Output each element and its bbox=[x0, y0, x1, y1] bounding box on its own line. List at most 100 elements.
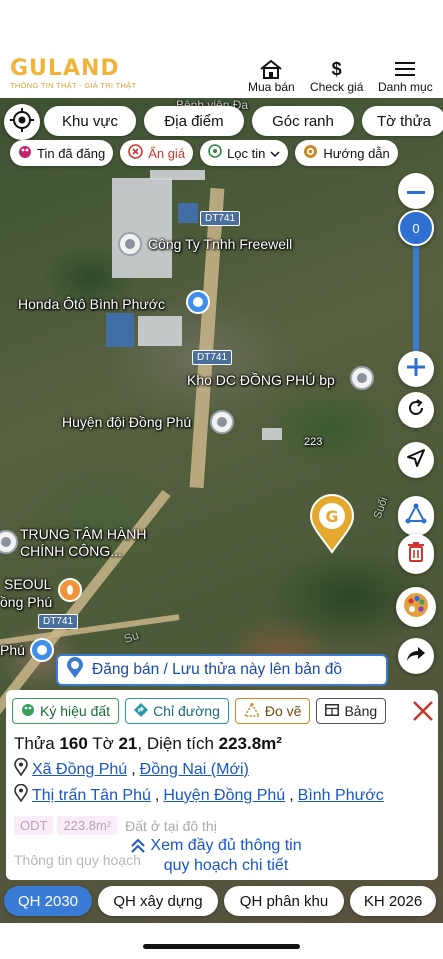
map-pin-icon bbox=[14, 783, 28, 807]
publish-parcel-label: Đăng bán / Lưu thửa này lên bản đồ bbox=[92, 661, 342, 678]
map-label-kho-dc: Kho DC ĐỒNG PHÚ bp bbox=[187, 372, 335, 388]
guide-chip[interactable]: Hướng dẫn bbox=[295, 140, 398, 166]
sheet-number: 21 bbox=[118, 734, 138, 753]
old-province-link[interactable]: Bình Phước bbox=[298, 787, 384, 805]
palette-icon bbox=[21, 703, 35, 720]
location-pill[interactable]: Địa điểm bbox=[144, 106, 244, 136]
parcel-marker[interactable]: G bbox=[309, 494, 355, 554]
map-style-button[interactable] bbox=[396, 587, 436, 627]
guland-logo[interactable]: GULAND THÔNG TIN THẬT - GIÁ TRỊ THẬT bbox=[10, 56, 136, 91]
buy-sell-button[interactable]: Mua bán bbox=[248, 58, 295, 94]
separator: , bbox=[154, 786, 160, 804]
see-more-button[interactable]: Xem đầy đủ thông tin quy hoạch chi tiết bbox=[126, 836, 326, 876]
factory-roof bbox=[112, 178, 172, 278]
zoom-slider-knob[interactable]: 0 bbox=[398, 210, 434, 246]
trash-icon bbox=[408, 541, 424, 567]
tab-qh-2030[interactable]: QH 2030 bbox=[4, 886, 92, 916]
map-label-seoul-sub: ồng Phú bbox=[0, 594, 53, 610]
map-label-honda: Honda Ôtô Bình Phước bbox=[18, 296, 165, 312]
road bbox=[189, 187, 225, 489]
measure-icon bbox=[243, 702, 261, 720]
table-label: Bảng bbox=[344, 703, 378, 719]
planning-tabs: QH 2030 QH xây dựng QH phân khu KH 2026 bbox=[0, 886, 443, 916]
navigation-arrow-icon bbox=[406, 448, 426, 473]
navigate-button[interactable] bbox=[398, 442, 434, 478]
factory-roof bbox=[262, 428, 282, 440]
check-price-button[interactable]: $ Check giá bbox=[310, 58, 364, 95]
road-tag-dt741: DT741 bbox=[200, 211, 241, 226]
new-location-line: Xã Đồng Phú, Đồng Nai (Mới) bbox=[14, 757, 249, 781]
factory-roof bbox=[178, 203, 198, 223]
close-sheet-button[interactable] bbox=[412, 700, 434, 722]
draw-tool-button[interactable] bbox=[398, 496, 434, 536]
map-label-trung-tam-2: CHÍNH CÔNG... bbox=[20, 543, 122, 559]
menu-icon bbox=[395, 58, 416, 80]
province-link[interactable]: Đồng Nai (Mới) bbox=[140, 761, 249, 779]
area-pill[interactable]: Khu vực bbox=[44, 106, 136, 136]
measure-tab[interactable]: Đo vẽ bbox=[234, 698, 311, 724]
publish-parcel-button[interactable]: Đăng bán / Lưu thửa này lên bản đồ bbox=[56, 654, 388, 686]
table-tab[interactable]: Bảng bbox=[316, 698, 387, 724]
poi-honda[interactable] bbox=[186, 290, 210, 314]
town-link[interactable]: Thị trấn Tân Phú bbox=[32, 787, 151, 805]
land-symbol-tab[interactable]: Ký hiệu đất bbox=[12, 698, 120, 724]
direction-icon bbox=[134, 702, 149, 720]
chip-row: Tin đã đăng Ẩn giá Lọc tin Hướng dẫn bbox=[10, 140, 398, 166]
poi-trung-tam[interactable] bbox=[0, 530, 18, 554]
poi-huyen-doi[interactable] bbox=[210, 410, 234, 434]
district-link[interactable]: Huyện Đồng Phú bbox=[163, 787, 285, 805]
title-text: Thửa bbox=[14, 734, 60, 753]
sheet-parcel-pill[interactable]: Tờ thửa bbox=[362, 106, 443, 136]
commune-link[interactable]: Xã Đồng Phú bbox=[32, 761, 127, 779]
corner-pill[interactable]: Góc ranh bbox=[252, 106, 354, 136]
filter-chip[interactable]: Lọc tin bbox=[200, 140, 289, 166]
filter-label: Lọc tin bbox=[227, 145, 266, 161]
title-text: Tờ bbox=[87, 734, 119, 753]
tab-qh-construction[interactable]: QH xây dựng bbox=[98, 886, 218, 916]
menu-button[interactable]: Danh mục bbox=[378, 58, 433, 94]
tab-qh-zoning[interactable]: QH phân khu bbox=[224, 886, 344, 916]
hide-price-chip[interactable]: Ẩn giá bbox=[120, 140, 194, 166]
zoom-in-button[interactable] bbox=[398, 351, 434, 387]
check-price-label: Check giá bbox=[310, 80, 364, 94]
zoom-out-button[interactable] bbox=[398, 173, 434, 209]
buy-sell-label: Mua bán bbox=[248, 80, 295, 94]
map-label-river: Suối bbox=[371, 495, 391, 521]
locate-me-button[interactable] bbox=[4, 104, 40, 140]
crosshair-icon bbox=[9, 107, 35, 138]
factory-roof bbox=[106, 313, 134, 347]
see-more-line-2: quy hoạch chi tiết bbox=[163, 857, 289, 874]
posted-listings-chip[interactable]: Tin đã đăng bbox=[10, 140, 114, 166]
parcel-number-label: 223 bbox=[304, 436, 323, 448]
map-label-phu: Phú bbox=[0, 642, 25, 658]
directions-tab[interactable]: Chỉ đường bbox=[125, 698, 229, 724]
x-circle-icon bbox=[128, 144, 143, 162]
tab-kh-2026[interactable]: KH 2026 bbox=[350, 886, 436, 916]
refresh-icon bbox=[406, 398, 426, 423]
poi-kho-dc[interactable] bbox=[350, 366, 374, 390]
delete-drawing-button[interactable] bbox=[398, 534, 434, 574]
see-more-line-1: Xem đầy đủ thông tin bbox=[150, 837, 302, 854]
map-label-seoul: SEOUL bbox=[4, 576, 52, 592]
separator: , bbox=[289, 786, 294, 804]
palette-icon bbox=[402, 591, 430, 624]
svg-text:G: G bbox=[325, 507, 338, 526]
minus-icon bbox=[407, 182, 425, 200]
status-bar bbox=[0, 0, 443, 52]
poi-freewell[interactable] bbox=[118, 232, 142, 256]
home-indicator bbox=[143, 944, 300, 949]
separator: , bbox=[131, 760, 136, 778]
posted-listings-label: Tin đã đăng bbox=[37, 145, 106, 161]
poi-shop[interactable] bbox=[30, 638, 54, 662]
target-icon bbox=[303, 144, 318, 162]
road-tag-dt741: DT741 bbox=[38, 614, 79, 629]
refresh-button[interactable] bbox=[398, 392, 434, 428]
logo-text: GULAND bbox=[10, 56, 120, 81]
chevron-down-icon bbox=[270, 146, 280, 161]
share-button[interactable] bbox=[398, 638, 434, 674]
title-text: , Diện tích bbox=[137, 734, 219, 753]
parcel-info-sheet: Ký hiệu đất Chỉ đường Đo vẽ Bảng Thửa 16… bbox=[6, 690, 438, 880]
measure-label: Đo vẽ bbox=[264, 703, 302, 719]
road-tag-dt741: DT741 bbox=[192, 350, 233, 365]
poi-restaurant[interactable] bbox=[58, 578, 82, 602]
